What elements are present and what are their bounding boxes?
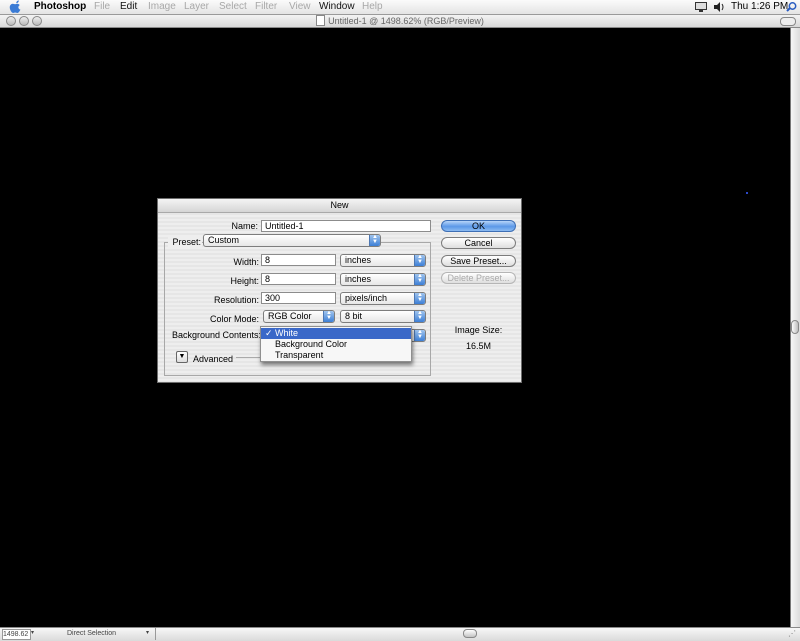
menu-select[interactable]: Select xyxy=(219,1,247,12)
menu-app-name[interactable]: Photoshop xyxy=(34,1,86,12)
preset-label: Preset: xyxy=(168,237,202,247)
menu-item-label: Transparent xyxy=(275,350,324,360)
menu-item-label: White xyxy=(275,328,299,338)
height-unit-value: inches xyxy=(345,274,372,284)
menu-image[interactable]: Image xyxy=(148,1,176,12)
resolution-input[interactable]: 300 xyxy=(261,292,336,304)
status-info[interactable]: Direct Selection xyxy=(40,629,148,638)
horizontal-scrollbar[interactable] xyxy=(155,628,784,640)
background-contents-menu: ✓ White Background Color Transparent xyxy=(260,326,412,362)
menu-window[interactable]: Window xyxy=(319,1,355,12)
delete-preset-button[interactable]: Delete Preset... xyxy=(441,272,516,284)
menubar-clock[interactable]: Thu 1:26 PM xyxy=(731,1,788,12)
status-bar: 1498.62 ▾ Direct Selection ▾ ⋰ xyxy=(0,627,800,641)
menu-bar: Photoshop File Edit Image Layer Select F… xyxy=(0,0,800,15)
document-title: Untitled-1 @ 1498.62% (RGB/Preview) xyxy=(328,16,484,26)
menu-item-background-color[interactable]: Background Color xyxy=(261,339,411,350)
document-icon xyxy=(316,15,326,26)
popup-arrows-icon: ▲ ▼ xyxy=(323,311,334,322)
zoom-button[interactable] xyxy=(32,16,42,26)
preset-select-value: Custom xyxy=(208,235,240,245)
menu-layer[interactable]: Layer xyxy=(184,1,209,12)
minimize-button[interactable] xyxy=(19,16,29,26)
color-mode-value: RGB Color xyxy=(268,311,312,321)
vertical-scroll-thumb[interactable] xyxy=(791,320,799,334)
display-icon[interactable] xyxy=(695,2,707,12)
cancel-button[interactable]: Cancel xyxy=(441,237,516,249)
menu-filter[interactable]: Filter xyxy=(255,1,277,12)
color-mode-label: Color Mode: xyxy=(209,314,259,324)
zoom-field[interactable]: 1498.62 xyxy=(2,629,31,640)
popup-arrows-icon: ▲ ▼ xyxy=(414,330,425,341)
toolbar-toggle-button[interactable] xyxy=(780,17,796,26)
menu-help[interactable]: Help xyxy=(362,1,383,12)
advanced-disclosure-button[interactable]: ▼ xyxy=(176,351,188,363)
menu-edit[interactable]: Edit xyxy=(120,1,137,12)
width-label: Width: xyxy=(233,257,259,267)
color-mode-select[interactable]: RGB Color ▲ ▼ xyxy=(263,310,335,323)
width-input[interactable]: 8 xyxy=(261,254,336,266)
image-size-label: Image Size: xyxy=(454,325,503,335)
menu-item-label: Background Color xyxy=(275,339,348,349)
menu-item-white[interactable]: ✓ White xyxy=(261,328,411,339)
name-label: Name: xyxy=(231,221,258,231)
popup-arrows-icon: ▲ ▼ xyxy=(414,274,425,285)
popup-arrows-icon: ▲ ▼ xyxy=(414,293,425,304)
canvas-blue-pixel xyxy=(746,192,748,194)
checkmark-icon: ✓ xyxy=(265,328,273,338)
resolution-label: Resolution: xyxy=(213,295,259,305)
resolution-unit-value: pixels/inch xyxy=(345,293,388,303)
preset-select[interactable]: Custom ▲ ▼ xyxy=(203,234,381,247)
menu-file[interactable]: File xyxy=(94,1,110,12)
resolution-unit-select[interactable]: pixels/inch ▲ ▼ xyxy=(340,292,426,305)
height-input[interactable]: 8 xyxy=(261,273,336,285)
menu-item-transparent[interactable]: Transparent xyxy=(261,350,411,361)
ok-button[interactable]: OK xyxy=(441,220,516,232)
close-button[interactable] xyxy=(6,16,16,26)
width-unit-select[interactable]: inches ▲ ▼ xyxy=(340,254,426,267)
vertical-scrollbar[interactable] xyxy=(790,28,800,627)
height-label: Height: xyxy=(230,276,259,286)
status-menu-arrow-icon[interactable]: ▾ xyxy=(146,629,152,638)
apple-menu-icon[interactable] xyxy=(9,0,23,14)
resize-grip-icon[interactable]: ⋰ xyxy=(788,629,798,639)
horizontal-scroll-thumb[interactable] xyxy=(463,629,477,638)
name-input[interactable]: Untitled-1 xyxy=(261,220,431,232)
save-preset-button[interactable]: Save Preset... xyxy=(441,255,516,267)
image-size-value: 16.5M xyxy=(465,341,491,351)
height-unit-select[interactable]: inches ▲ ▼ xyxy=(340,273,426,286)
bit-depth-value: 8 bit xyxy=(345,311,363,321)
width-unit-value: inches xyxy=(345,255,372,265)
spotlight-icon[interactable] xyxy=(786,2,797,12)
advanced-label: Advanced xyxy=(193,354,234,364)
volume-icon[interactable] xyxy=(714,2,725,12)
popup-arrows-icon: ▲ ▼ xyxy=(369,235,380,246)
menu-view[interactable]: View xyxy=(289,1,311,12)
bit-depth-select[interactable]: 8 bit ▲ ▼ xyxy=(340,310,426,323)
document-titlebar: Untitled-1 @ 1498.62% (RGB/Preview) xyxy=(0,15,800,28)
zoom-menu-arrow-icon[interactable]: ▾ xyxy=(31,629,37,638)
dialog-title: New xyxy=(158,199,521,213)
background-contents-label: Background Contents: xyxy=(171,330,261,340)
popup-arrows-icon: ▲ ▼ xyxy=(414,311,425,322)
popup-arrows-icon: ▲ ▼ xyxy=(414,255,425,266)
